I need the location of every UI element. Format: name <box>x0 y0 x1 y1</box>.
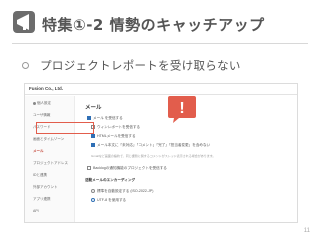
option-exclude-status[interactable]: メール本文に「未対応」「コメント」「完了」「担当者変更」を含めない <box>91 143 210 149</box>
highlight-box <box>36 122 94 134</box>
bullet-text: プロジェクトレポートを受け取らない <box>40 58 241 73</box>
sidebar-item-api[interactable]: API <box>33 209 39 215</box>
alert-mark: ! <box>179 100 184 117</box>
sidebar-item-id-link[interactable]: IDと連携 <box>33 173 47 179</box>
checkbox[interactable] <box>87 116 91 121</box>
radio-button[interactable] <box>91 189 95 194</box>
slide-header: 特集①-2 情勢のキャッチアップ <box>10 6 310 40</box>
radio-button[interactable] <box>91 198 95 203</box>
checkbox[interactable] <box>91 134 95 139</box>
bullet-circle-icon <box>22 62 29 69</box>
slide-title: 特集①-2 情勢のキャッチアップ <box>42 16 265 34</box>
sidebar-item-external-account[interactable]: 外部アカウント <box>33 185 58 191</box>
company-name: Fusion Co., Ltd. <box>29 86 63 91</box>
person-icon <box>33 101 36 105</box>
option-win-report[interactable]: ウィンレポートを受信する <box>91 125 140 131</box>
sidebar-item-app-link[interactable]: アプリ連携 <box>33 197 51 203</box>
sidebar-item-mail[interactable]: メール <box>33 149 44 155</box>
sidebar-item-personal[interactable]: 個人設定 <box>33 101 51 107</box>
bullet-item: プロジェクトレポートを受け取らない <box>22 55 241 73</box>
settings-screenshot: Fusion Co., Ltd. 個人設定 ユーザ情報 パスワード 画面とタイム… <box>24 83 298 223</box>
app-header: Fusion Co., Ltd. <box>25 84 297 95</box>
sidebar-item-display[interactable]: 画面とタイムゾーン <box>33 137 64 143</box>
alert-bubble-icon: ! <box>168 96 196 123</box>
title-divider <box>12 43 308 44</box>
radio-utf8[interactable]: UTF-8 を使用する <box>91 198 126 204</box>
page-number: 11 <box>303 228 310 234</box>
encoding-section-title: 活動メールのエンカーディング <box>85 178 136 182</box>
section-title: メール <box>85 105 102 111</box>
checkbox[interactable] <box>91 143 95 148</box>
checkbox[interactable] <box>87 166 91 171</box>
radio-iso2022jp[interactable]: 標準を自動設定する (ISO-2022-JP) <box>91 189 154 195</box>
sidebar-item-project-address[interactable]: プロジェクトアドレス <box>33 161 68 167</box>
help-text: Gmailなど画面の縮約で、同じ課題に関するコメントがスレッド表示される場合があ… <box>91 154 216 158</box>
option-html-mail[interactable]: HTMLメールを受信する <box>91 134 136 140</box>
sidebar-item-user-info[interactable]: ユーザ情報 <box>33 113 50 119</box>
settings-sidebar: 個人設定 ユーザ情報 パスワード 画面とタイムゾーン メール プロジェクトアドレ… <box>25 96 75 222</box>
megaphone-icon <box>13 11 35 33</box>
option-backlog-notify[interactable]: Backlogの通知機能のプロジェクトを受信する <box>87 166 167 172</box>
